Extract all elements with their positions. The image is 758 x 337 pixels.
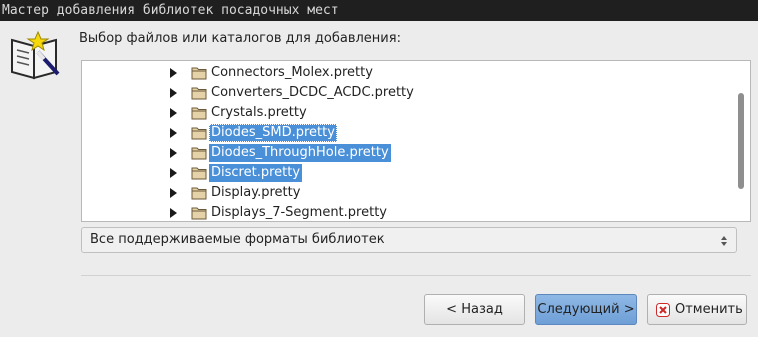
- tree-row[interactable]: Displays_7-Segment.pretty: [82, 203, 722, 221]
- format-filter-select[interactable]: Все поддерживаемые форматы библиотек: [81, 227, 737, 253]
- tree-item-label: Crystals.pretty: [211, 105, 307, 120]
- book-wand-icon: [11, 30, 60, 80]
- folder-icon: [191, 207, 207, 220]
- scrollbar-thumb[interactable]: [738, 93, 744, 189]
- tree-item-label: Displays_7-Segment.pretty: [211, 205, 387, 220]
- folder-icon: [191, 187, 207, 200]
- separator: [81, 275, 751, 276]
- triangle-right-icon[interactable]: [170, 108, 177, 118]
- triangle-right-icon[interactable]: [170, 128, 177, 138]
- tree-item-label: Discret.pretty: [209, 164, 303, 182]
- tree-item-label: Diodes_ThroughHole.pretty: [209, 144, 391, 162]
- triangle-right-icon[interactable]: [170, 148, 177, 158]
- tree-row[interactable]: Converters_DCDC_ACDC.pretty: [82, 83, 722, 103]
- window-title: Мастер добавления библиотек посадочных м…: [0, 0, 758, 21]
- tree-row[interactable]: Crystals.pretty: [82, 103, 722, 123]
- tree-row[interactable]: Diodes_ThroughHole.pretty: [82, 143, 722, 163]
- back-button[interactable]: < Назад: [424, 294, 525, 325]
- tree-scrollbar[interactable]: [734, 63, 748, 219]
- tree-row[interactable]: Discret.pretty: [82, 163, 722, 183]
- tree-item-label: Diodes_SMD.pretty: [209, 124, 337, 142]
- tree-row[interactable]: Diodes_SMD.pretty: [82, 123, 722, 143]
- cancel-x-icon: [656, 303, 670, 317]
- folder-icon: [191, 127, 207, 140]
- folder-icon: [191, 107, 207, 120]
- tree-item-label: Display.pretty: [211, 185, 301, 200]
- folder-icon: [191, 67, 207, 80]
- triangle-right-icon[interactable]: [170, 68, 177, 78]
- triangle-right-icon[interactable]: [170, 188, 177, 198]
- folder-icon: [191, 147, 207, 160]
- folder-icon: [191, 167, 207, 180]
- tree-row[interactable]: Connectors_Molex.pretty: [82, 63, 722, 83]
- tree-row[interactable]: Display.pretty: [82, 183, 722, 203]
- file-tree[interactable]: Connectors_Molex.pretty Converters_DCDC_A…: [81, 60, 751, 222]
- folder-icon: [191, 87, 207, 100]
- prompt-label: Выбор файлов или каталогов для добавлени…: [79, 31, 401, 46]
- triangle-right-icon[interactable]: [170, 208, 177, 218]
- tree-item-label: Converters_DCDC_ACDC.pretty: [211, 85, 414, 100]
- triangle-right-icon[interactable]: [170, 168, 177, 178]
- tree-item-label: Connectors_Molex.pretty: [211, 65, 373, 80]
- updown-arrows-icon: [721, 236, 727, 246]
- next-button[interactable]: Следующий >: [535, 294, 637, 325]
- format-filter-value: Все поддерживаемые форматы библиотек: [90, 232, 385, 247]
- triangle-right-icon[interactable]: [170, 88, 177, 98]
- cancel-button[interactable]: Отменить: [647, 294, 747, 325]
- cancel-button-label: Отменить: [675, 302, 743, 317]
